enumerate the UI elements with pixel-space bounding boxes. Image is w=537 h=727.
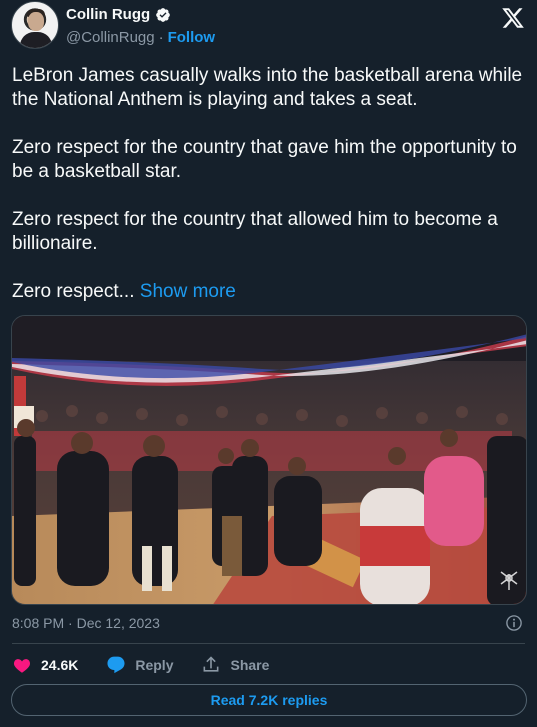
heart-icon xyxy=(13,659,31,673)
tweet-paragraph: LeBron James casually walks into the bas… xyxy=(12,65,523,110)
reply-icon xyxy=(107,656,125,674)
verified-badge-icon xyxy=(156,7,170,22)
share-button[interactable]: Share xyxy=(201,655,269,675)
avatar[interactable] xyxy=(11,1,59,49)
tweet-paragraph-truncated: Zero respect... Show more xyxy=(12,280,527,304)
like-button[interactable]: 24.6K xyxy=(12,655,78,675)
tweet-timestamp[interactable]: 8:08 PM · Dec 12, 2023 xyxy=(12,615,160,631)
author-handle[interactable]: @CollinRugg xyxy=(66,29,155,46)
follow-button[interactable]: Follow xyxy=(168,29,216,46)
read-replies-button[interactable]: Read 7.2K replies xyxy=(11,684,527,716)
author-name-row: Collin Rugg xyxy=(66,6,171,23)
like-count: 24.6K xyxy=(41,657,79,673)
divider xyxy=(12,643,525,644)
tweet-paragraph: Zero respect for the country that allowe… xyxy=(12,209,498,254)
separator-dot: · xyxy=(158,29,164,46)
reply-label: Reply xyxy=(135,657,174,673)
tweet-video[interactable] xyxy=(11,315,527,605)
show-more-link[interactable]: Show more xyxy=(140,281,236,302)
tweet-text: LeBron James casually walks into the bas… xyxy=(12,64,527,328)
x-logo-icon[interactable] xyxy=(501,6,525,30)
tweet-paragraph: Zero respect for the country that gave h… xyxy=(12,137,517,182)
reply-button[interactable]: Reply xyxy=(106,655,173,675)
arena-video-frame xyxy=(12,316,526,604)
share-icon xyxy=(204,656,219,672)
action-bar: 24.6K Reply Share xyxy=(12,654,297,676)
author-display-name[interactable]: Collin Rugg xyxy=(66,6,150,23)
tweet-card: Collin Rugg @CollinRugg · Follow LeBron … xyxy=(0,0,537,727)
author-handle-row: @CollinRugg · Follow xyxy=(66,29,215,46)
info-icon[interactable] xyxy=(505,614,523,632)
share-label: Share xyxy=(230,657,270,673)
truncated-text: Zero respect... xyxy=(12,281,135,302)
